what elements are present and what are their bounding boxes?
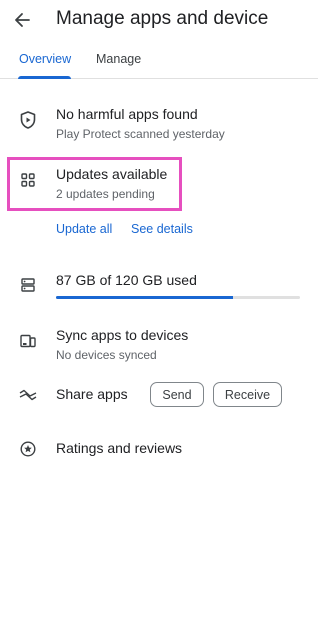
sync-subtitle: No devices synced — [56, 348, 157, 362]
shield-play-icon — [18, 110, 38, 130]
tab-manage[interactable]: Manage — [96, 52, 141, 66]
sync-row[interactable]: Sync apps to devices No devices synced — [0, 326, 318, 370]
see-details-link[interactable]: See details — [131, 222, 193, 236]
devices-icon — [18, 331, 38, 351]
storage-icon — [18, 275, 38, 295]
star-circle-icon — [18, 439, 38, 459]
back-button[interactable] — [10, 8, 34, 32]
arrow-back-icon — [15, 13, 30, 27]
send-button[interactable]: Send — [150, 382, 204, 407]
play-protect-subtitle: Play Protect scanned yesterday — [56, 127, 225, 141]
receive-button[interactable]: Receive — [213, 382, 282, 407]
tab-selected-indicator — [18, 76, 71, 79]
share-apps-icon — [18, 385, 38, 405]
storage-row[interactable]: 87 GB of 120 GB used — [0, 270, 318, 306]
storage-progress-fill — [56, 296, 233, 299]
tab-bar: Overview Manage — [0, 44, 318, 79]
play-protect-title: No harmful apps found — [56, 106, 198, 122]
app-header: Manage apps and device — [0, 0, 318, 40]
highlight-box — [7, 157, 182, 211]
tab-overview[interactable]: Overview — [19, 52, 71, 66]
play-protect-row[interactable]: No harmful apps found Play Protect scann… — [0, 104, 318, 148]
sync-title: Sync apps to devices — [56, 327, 189, 343]
storage-progress-bar — [56, 296, 300, 299]
storage-label: 87 GB of 120 GB used — [56, 272, 197, 288]
share-title: Share apps — [56, 386, 128, 402]
page-title: Manage apps and device — [56, 8, 269, 29]
ratings-title: Ratings and reviews — [56, 440, 183, 456]
ratings-row[interactable]: Ratings and reviews — [0, 438, 318, 462]
update-all-link[interactable]: Update all — [56, 222, 112, 236]
